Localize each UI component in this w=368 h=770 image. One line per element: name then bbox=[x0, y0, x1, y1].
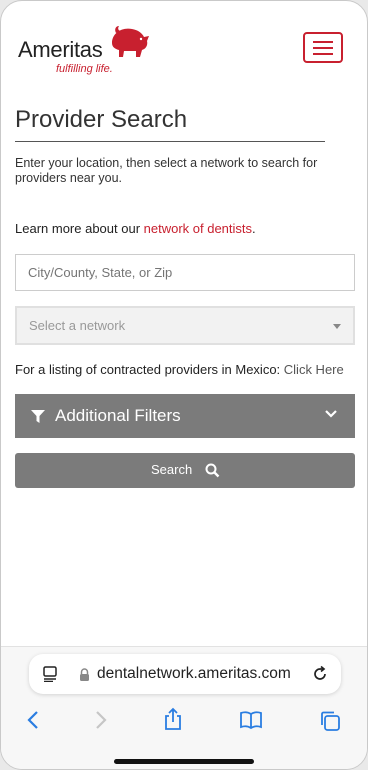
address-bar[interactable]: dentalnetwork.ameritas.com bbox=[29, 654, 341, 694]
logo-wordmark: Ameritas bbox=[18, 37, 103, 62]
search-button-label: Search bbox=[151, 462, 193, 477]
share-icon[interactable] bbox=[163, 707, 183, 731]
mexico-text: For a listing of contracted providers in… bbox=[15, 362, 284, 377]
phone-screen: Ameritas fulfilling life. Provider Searc… bbox=[0, 0, 368, 770]
reload-icon[interactable] bbox=[311, 665, 329, 683]
learn-more-suffix: . bbox=[252, 221, 256, 236]
location-input[interactable] bbox=[15, 254, 355, 291]
home-indicator bbox=[114, 759, 254, 764]
bookmarks-icon[interactable] bbox=[239, 710, 263, 730]
bison-icon bbox=[112, 26, 149, 57]
filter-icon bbox=[31, 410, 45, 423]
network-select[interactable]: Select a network bbox=[15, 306, 355, 345]
chevron-down-icon bbox=[325, 410, 337, 418]
url-text: dentalnetwork.ameritas.com bbox=[97, 665, 291, 682]
intro-text: Enter your location, then select a netwo… bbox=[15, 156, 318, 185]
learn-more-text: Learn more about our network of dentists… bbox=[15, 221, 256, 236]
mexico-listing-text: For a listing of contracted providers in… bbox=[15, 362, 344, 377]
hamburger-icon-line bbox=[313, 47, 333, 49]
tabs-icon[interactable] bbox=[319, 710, 341, 732]
lock-icon bbox=[80, 668, 89, 681]
additional-filters-toggle[interactable]: Additional Filters bbox=[15, 394, 355, 438]
ameritas-logo[interactable]: Ameritas fulfilling life. bbox=[18, 23, 158, 78]
page-title: Provider Search bbox=[15, 106, 188, 133]
additional-filters-label: Additional Filters bbox=[55, 406, 181, 425]
hamburger-icon bbox=[313, 41, 333, 43]
search-icon bbox=[205, 463, 220, 478]
menu-button[interactable] bbox=[303, 32, 343, 63]
reader-icon[interactable] bbox=[43, 666, 59, 682]
forward-icon[interactable] bbox=[94, 710, 108, 730]
network-select-value: Select a network bbox=[29, 318, 126, 333]
network-of-dentists-link[interactable]: network of dentists bbox=[144, 221, 252, 236]
browser-chrome: dentalnetwork.ameritas.com bbox=[1, 646, 367, 769]
caret-down-icon bbox=[333, 324, 341, 329]
mexico-click-here-link[interactable]: Click Here bbox=[284, 362, 344, 377]
logo-tagline: fulfilling life. bbox=[56, 63, 113, 75]
back-icon[interactable] bbox=[26, 710, 40, 730]
learn-more-prefix: Learn more about our bbox=[15, 221, 144, 236]
site-header: Ameritas fulfilling life. bbox=[1, 1, 367, 96]
search-button[interactable]: Search bbox=[15, 453, 355, 488]
hamburger-icon-line bbox=[313, 53, 333, 55]
title-divider bbox=[15, 141, 325, 142]
